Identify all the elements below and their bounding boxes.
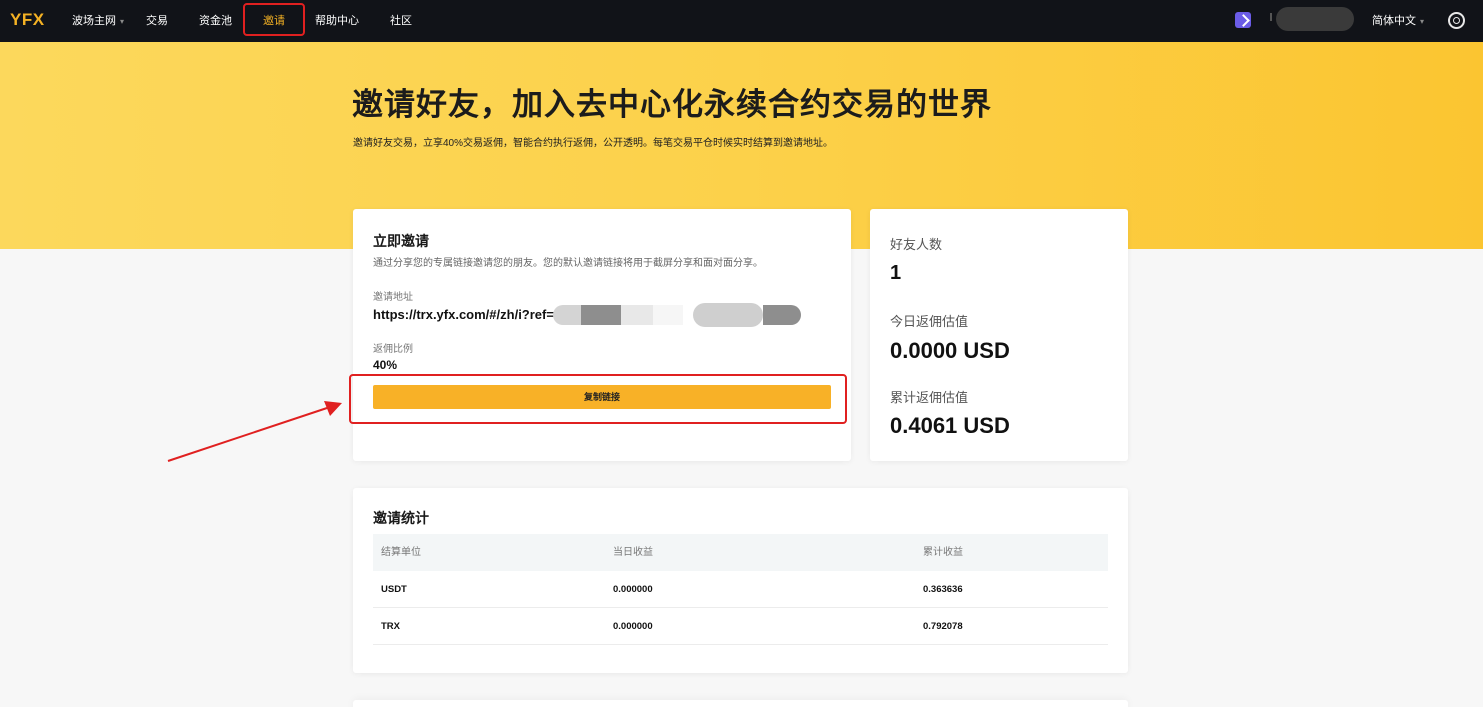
- copy-button-highlight: [349, 374, 847, 424]
- wallet-icon[interactable]: [1235, 12, 1251, 28]
- table-cell: 0.792078: [923, 621, 963, 632]
- top-nav: YFX 波场主网 ▾ 交易 资金池 邀请 帮助中心 社区 简体中文 ▾: [0, 0, 1483, 42]
- invite-address-label: 邀请地址: [373, 292, 413, 303]
- wallet-address[interactable]: [1276, 7, 1354, 31]
- invite-stats-title: 邀请统计: [373, 510, 429, 526]
- invite-address-value[interactable]: https://trx.yfx.com/#/zh/i?ref=: [373, 307, 554, 322]
- logo[interactable]: YFX: [10, 10, 45, 30]
- table-cell: 0.000000: [613, 621, 653, 632]
- table-header: 结算单位 当日收益 累计收益: [373, 534, 1108, 571]
- annotation-arrow: [167, 401, 342, 462]
- nav-trade[interactable]: 交易: [146, 0, 168, 42]
- nav-community[interactable]: 社区: [390, 0, 412, 42]
- today-rebate-label: 今日返佣估值: [890, 314, 969, 329]
- friends-count-value: 1: [890, 262, 902, 284]
- table-row: USDT 0.000000 0.363636: [373, 571, 1108, 608]
- invite-stats-table: 结算单位 当日收益 累计收益 USDT 0.000000 0.363636 TR…: [373, 534, 1108, 645]
- nav-network-selector[interactable]: 波场主网 ▾: [72, 0, 124, 42]
- column-header: 结算单位: [381, 547, 421, 558]
- column-header: 累计收益: [923, 547, 963, 558]
- hero-subtitle: 邀请好友交易，立享40%交易返佣，智能合约执行返佣，公开透明。每笔交易平仓时候实…: [353, 138, 834, 149]
- settings-icon[interactable]: [1448, 12, 1465, 29]
- chevron-down-icon: ▾: [120, 17, 125, 26]
- column-header: 当日收益: [613, 547, 653, 558]
- table-cell: 0.363636: [923, 584, 963, 595]
- hero-title: 邀请好友，加入去中心化永续合约交易的世界: [352, 87, 992, 122]
- total-rebate-value: 0.4061 USD: [890, 413, 1010, 438]
- invite-title: 立即邀请: [373, 233, 429, 249]
- total-rebate-label: 累计返佣估值: [890, 390, 969, 405]
- nav-pool[interactable]: 资金池: [199, 0, 232, 42]
- nav-help-center[interactable]: 帮助中心: [315, 0, 359, 42]
- table-cell: TRX: [381, 621, 400, 632]
- rebate-stats-card: 好友人数 1 今日返佣估值 0.0000 USD 累计返佣估值 0.4061 U…: [870, 209, 1128, 461]
- nav-invite-highlight: [243, 3, 305, 36]
- language-label: 简体中文: [1372, 15, 1416, 27]
- redacted-ref-code: [553, 303, 803, 327]
- chevron-down-icon: ▾: [1420, 17, 1425, 26]
- next-section-card: [353, 700, 1128, 707]
- invite-description: 通过分享您的专属链接邀请您的朋友。您的默认邀请链接将用于截屏分享和面对面分享。: [373, 258, 763, 269]
- nav-network-label: 波场主网: [72, 15, 116, 27]
- rebate-rate-label: 返佣比例: [373, 344, 413, 355]
- table-cell: 0.000000: [613, 584, 653, 595]
- friends-count-label: 好友人数: [890, 237, 943, 252]
- rebate-rate-value: 40%: [373, 358, 398, 372]
- table-row: TRX 0.000000 0.792078: [373, 608, 1108, 645]
- invite-stats-card: 邀请统计 结算单位 当日收益 累计收益 USDT 0.000000 0.3636…: [353, 488, 1128, 673]
- address-divider: [1270, 13, 1272, 21]
- today-rebate-value: 0.0000 USD: [890, 338, 1010, 363]
- table-cell: USDT: [381, 584, 407, 595]
- language-selector[interactable]: 简体中文 ▾: [1372, 0, 1424, 42]
